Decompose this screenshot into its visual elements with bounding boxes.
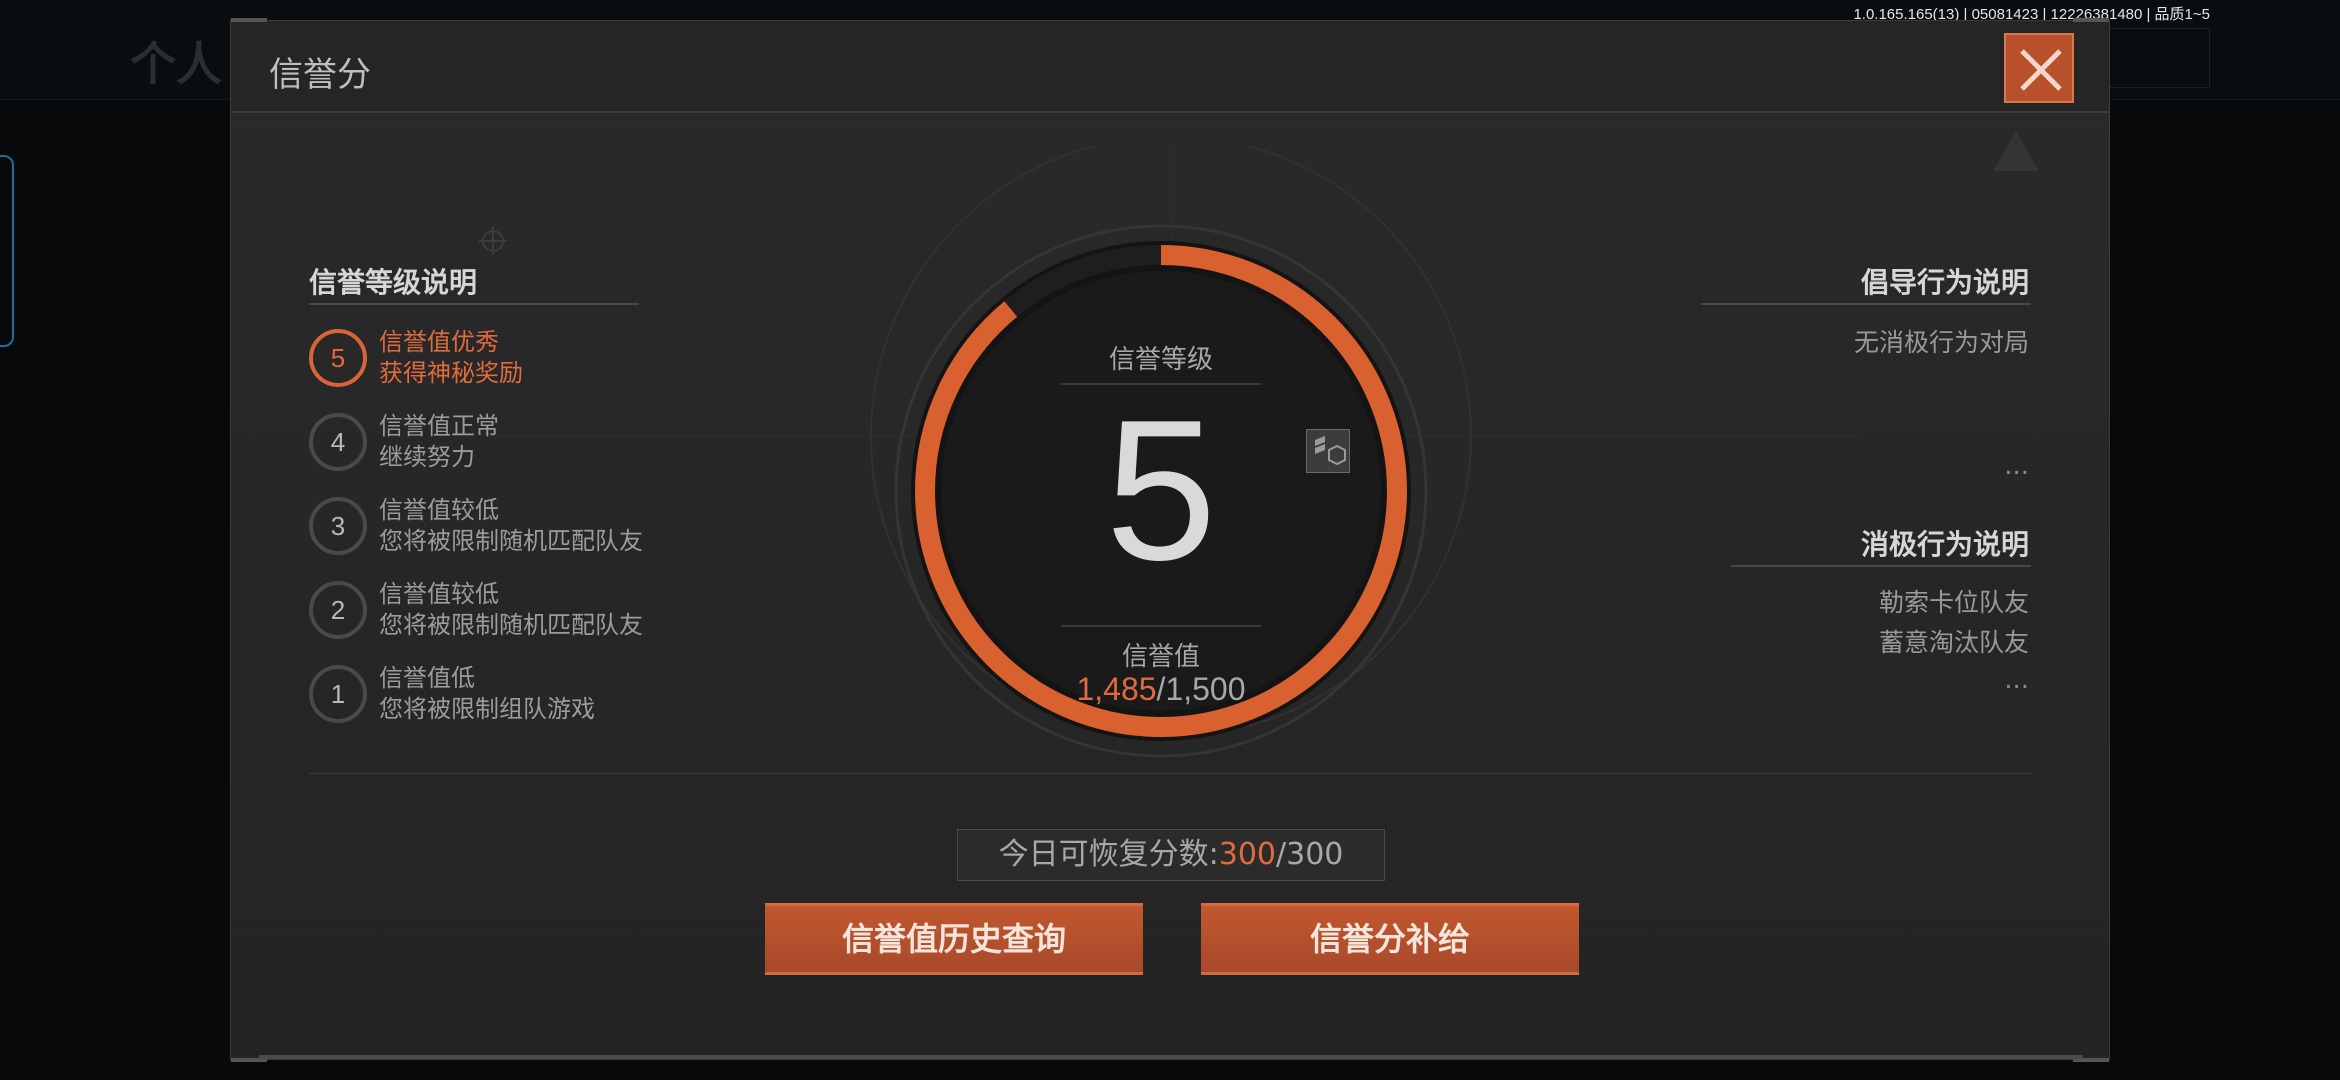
level-description: 信誉值较低 您将被限制随机匹配队友	[379, 495, 643, 557]
section-divider	[1701, 303, 2031, 305]
level-row-2: 2 信誉值较低 您将被限制随机匹配队友	[309, 579, 709, 643]
credit-score-value: 1,485/1,500	[891, 671, 1431, 708]
history-query-button[interactable]: 信誉值历史查询	[765, 903, 1143, 975]
level-description: 信誉值较低 您将被限制随机匹配队友	[379, 579, 643, 641]
level-row-1: 1 信誉值低 您将被限制组队游戏	[309, 663, 709, 727]
content-divider	[309, 773, 2033, 774]
modal-title: 信誉分	[269, 55, 371, 95]
level-badge: 2	[309, 581, 367, 639]
credit-supply-button[interactable]: 信誉分补给	[1201, 903, 1579, 975]
negative-behavior-item: 勒索卡位队友	[1878, 588, 2029, 617]
level-status: 信誉值低	[379, 664, 475, 692]
section-divider	[1731, 565, 2031, 567]
level-effect: 获得神秘奖励	[379, 359, 523, 387]
level-row-3: 3 信誉值较低 您将被限制随机匹配队友	[309, 495, 709, 559]
encouraged-behavior-item: 无消极行为对局	[1853, 328, 2029, 357]
close-icon	[2020, 49, 2062, 91]
credit-score-max: /1,500	[1156, 671, 1246, 707]
level-badge: 5	[309, 329, 367, 387]
level-description: 信誉值优秀 获得神秘奖励	[379, 327, 523, 389]
level-row-4: 4 信誉值正常 继续努力	[309, 411, 709, 475]
level-effect: 您将被限制随机匹配队友	[379, 611, 643, 639]
level-effect: 您将被限制随机匹配队友	[379, 527, 643, 555]
level-status: 信誉值较低	[379, 580, 499, 608]
level-badge: 4	[309, 413, 367, 471]
level-row-5: 5 信誉值优秀 获得神秘奖励	[309, 327, 709, 391]
negative-behavior-title: 消极行为说明	[1860, 528, 2029, 561]
level-status: 信誉值优秀	[379, 328, 499, 356]
background-side-tab	[0, 155, 14, 347]
corner-decoration	[231, 18, 267, 22]
level-description: 信誉值正常 继续努力	[379, 411, 499, 473]
corner-decoration	[2073, 18, 2109, 22]
close-button[interactable]	[2004, 33, 2074, 103]
level-status: 信誉值正常	[379, 412, 499, 440]
level-effect: 继续努力	[379, 443, 475, 471]
bottom-border	[259, 1055, 2083, 1059]
section-divider	[309, 303, 639, 305]
credit-score-current: 1,485	[1076, 671, 1157, 707]
level-badge: 3	[309, 497, 367, 555]
level-badge: 1	[309, 665, 367, 723]
recover-max: /300	[1276, 837, 1344, 872]
daily-recover-score: 今日可恢复分数:300/300	[957, 829, 1385, 881]
recover-current: 300	[1218, 837, 1276, 872]
negative-behavior-item: 蓄意淘汰队友	[1878, 628, 2029, 657]
credit-score-label: 信誉值	[1121, 642, 1200, 672]
credit-score-modal: 信誉分 信誉等级说明 5 信誉值优秀 获得神秘奖励 4 信誉值正常 继续努力 3…	[230, 18, 2110, 1062]
modal-header: 信誉分	[231, 21, 2109, 113]
background-page-title: 个人	[130, 37, 222, 91]
level-description-title: 信誉等级说明	[309, 266, 478, 299]
level-status: 信誉值较低	[379, 496, 499, 524]
warning-icon	[1993, 131, 2039, 171]
badge-icon[interactable]	[1306, 429, 1350, 473]
recover-label: 今日可恢复分数:	[998, 837, 1219, 872]
credit-level-label: 信誉等级	[1108, 345, 1213, 375]
encouraged-behavior-title: 倡导行为说明	[1860, 266, 2029, 299]
crosshair-icon	[479, 227, 507, 255]
credit-level-dial: 信誉等级 5 信誉值 1,485/1,500	[891, 221, 1431, 761]
negative-more[interactable]: ...	[2004, 665, 2029, 695]
encouraged-more[interactable]: ...	[2004, 451, 2029, 481]
credit-level-value: 5	[1105, 379, 1217, 602]
level-description: 信誉值低 您将被限制组队游戏	[379, 663, 595, 725]
level-effect: 您将被限制组队游戏	[379, 695, 595, 723]
